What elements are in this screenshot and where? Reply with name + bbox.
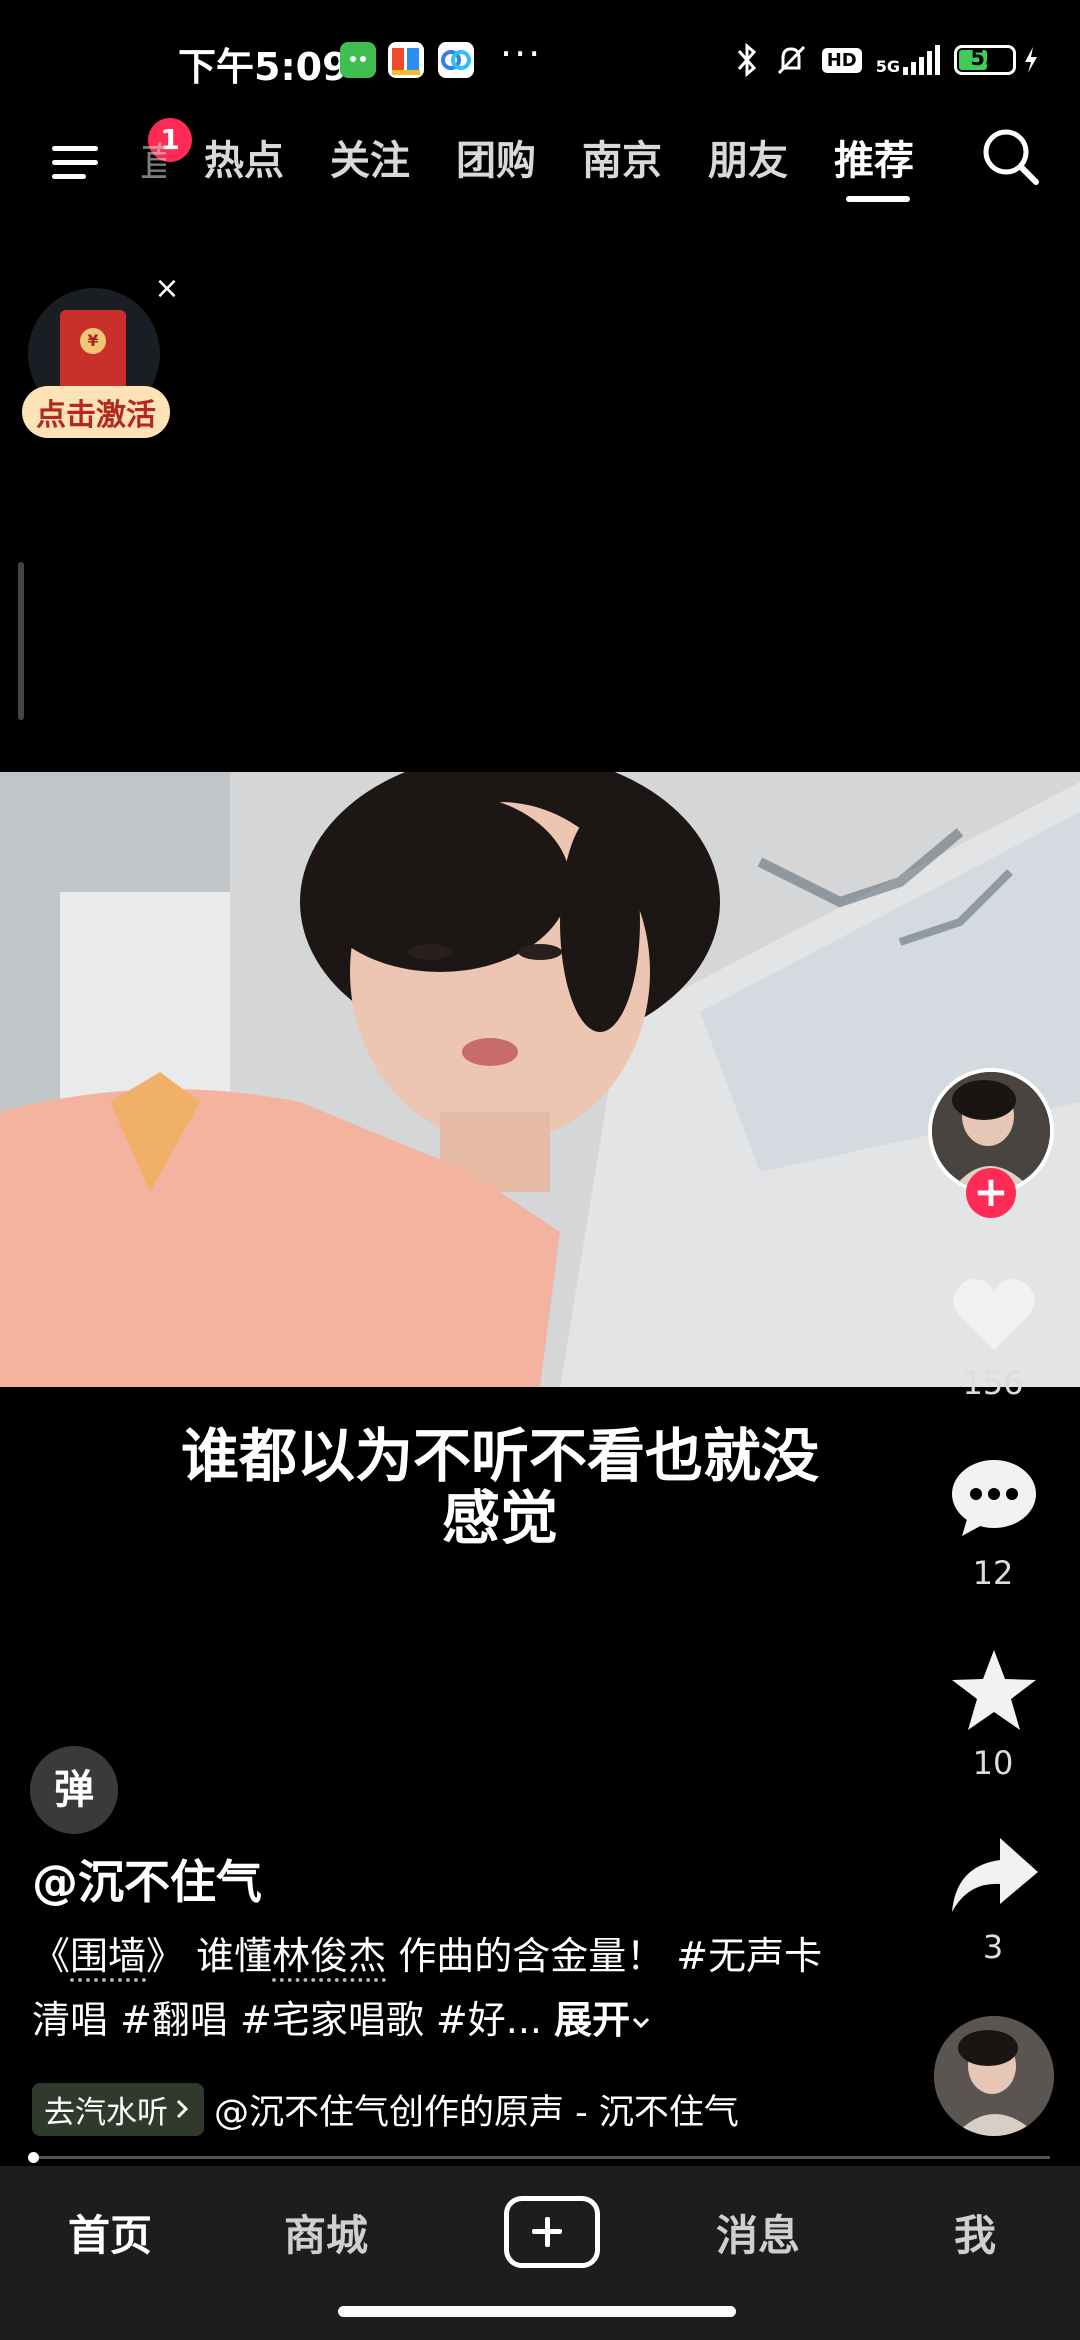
bell-muted-icon: [777, 45, 805, 75]
music-row: 去汽水听 @沉不住气创作的原声 - 沉不住气: [32, 2082, 739, 2136]
status-time: 下午5:09: [178, 45, 349, 89]
tab-friends[interactable]: 朋友: [708, 128, 788, 186]
red-envelope-icon: ¥: [60, 310, 126, 392]
chevron-down-icon: [633, 2017, 650, 2029]
song-link[interactable]: 围墙: [70, 1934, 146, 1978]
tab-group-buy[interactable]: 团购: [456, 128, 536, 186]
comment-count: 12: [972, 1554, 1014, 1592]
system-status-icons: HD 5G 53: [734, 40, 1040, 80]
tab-home[interactable]: 首页: [68, 2202, 152, 2263]
side-menu-button[interactable]: 1: [50, 118, 192, 192]
signal-bars-icon: [903, 45, 940, 75]
star-icon[interactable]: [948, 1646, 1040, 1738]
network-type: 5G: [875, 57, 900, 76]
envelope-seal: ¥: [80, 328, 106, 354]
wechat-notification-icon: [340, 42, 376, 78]
tab-messages[interactable]: 消息: [716, 2202, 800, 2263]
like-count: 156: [962, 1364, 1024, 1402]
subtitle-line-1: 谁都以为不听不看也就没: [180, 1422, 819, 1490]
video-progress-handle[interactable]: [28, 2152, 39, 2163]
tab-hot[interactable]: 热点: [204, 128, 284, 186]
caption-prefix: 《: [32, 1934, 71, 1978]
listen-on-qishui-button[interactable]: 去汽水听: [32, 2082, 204, 2136]
active-tab-indicator: [846, 196, 910, 202]
chevron-right-icon: [176, 2099, 189, 2119]
home-indicator[interactable]: [338, 2306, 736, 2317]
listen-tag-label: 去汽水听: [44, 2094, 168, 2131]
danmaku-toggle-button[interactable]: 弹: [30, 1746, 118, 1834]
video-frame[interactable]: [0, 772, 1080, 1387]
expand-label: 展开: [554, 1998, 631, 2042]
subtitle-line-2: 感觉: [441, 1484, 558, 1552]
tab-live-partial[interactable]: 直播: [140, 130, 166, 188]
tab-recommended[interactable]: 推荐: [834, 128, 914, 186]
video-still-image: [0, 772, 1080, 1387]
charging-bolt-icon: [1025, 47, 1037, 73]
follow-button[interactable]: +: [966, 1168, 1016, 1218]
search-icon[interactable]: [976, 122, 1046, 192]
red-packet-close-button[interactable]: ×: [150, 272, 184, 306]
share-icon[interactable]: [948, 1830, 1040, 1922]
author-name[interactable]: @沉不住气: [32, 1846, 262, 1912]
battery-percent: 53: [970, 46, 1000, 70]
music-disc-cover: [934, 2016, 1054, 2136]
top-nav: 1 直播 热点 关注 团购 南京 朋友 推荐: [0, 118, 1080, 220]
tab-me[interactable]: 我: [954, 2202, 996, 2263]
battery-indicator: 53: [954, 45, 1040, 75]
red-packet-activate-label[interactable]: 点击激活: [22, 386, 170, 438]
58-app-notification-icon: [388, 42, 424, 78]
app-screen: 下午5:09 ··· HD 5G 53 1 直 热点 关注 团购 南京 朋友 推…: [0, 0, 1080, 2340]
tab-city-nanjing[interactable]: 南京: [582, 128, 662, 186]
post-caption[interactable]: 《围墙》 谁懂林俊杰 作曲的含金量！ #无声卡清唱 #翻唱 #宅家唱歌 #好..…: [32, 1924, 852, 2052]
create-post-button[interactable]: [504, 2196, 600, 2268]
cellular-signal: 5G: [876, 45, 940, 75]
tab-following[interactable]: 关注: [330, 128, 410, 186]
comment-icon[interactable]: [948, 1452, 1040, 1544]
favorite-count: 10: [972, 1744, 1014, 1782]
heart-icon[interactable]: [948, 1268, 1040, 1360]
music-disc[interactable]: [934, 2016, 1054, 2136]
hd-badge: HD: [821, 47, 862, 73]
video-subtitle: 谁都以为不听不看也就没 感觉: [0, 1425, 1000, 1549]
more-notifications-icon: ···: [500, 32, 543, 76]
caption-mid: 》 谁懂: [146, 1934, 273, 1978]
status-bar: 下午5:09 ··· HD 5G 53: [0, 0, 1080, 120]
bluetooth-icon: [737, 42, 756, 78]
baidu-netdisk-notification-icon: [438, 42, 474, 78]
battery-icon: 53: [954, 45, 1016, 75]
video-progress-bar[interactable]: [30, 2156, 1050, 2159]
artist-link[interactable]: 林俊杰: [272, 1934, 386, 1978]
original-sound-label[interactable]: @沉不住气创作的原声 - 沉不住气: [214, 2084, 739, 2135]
share-count: 3: [982, 1928, 1004, 1966]
tab-mall[interactable]: 商城: [284, 2202, 368, 2263]
expand-caption-button[interactable]: 展开: [554, 1998, 652, 2042]
side-scroll-indicator: [18, 562, 24, 720]
